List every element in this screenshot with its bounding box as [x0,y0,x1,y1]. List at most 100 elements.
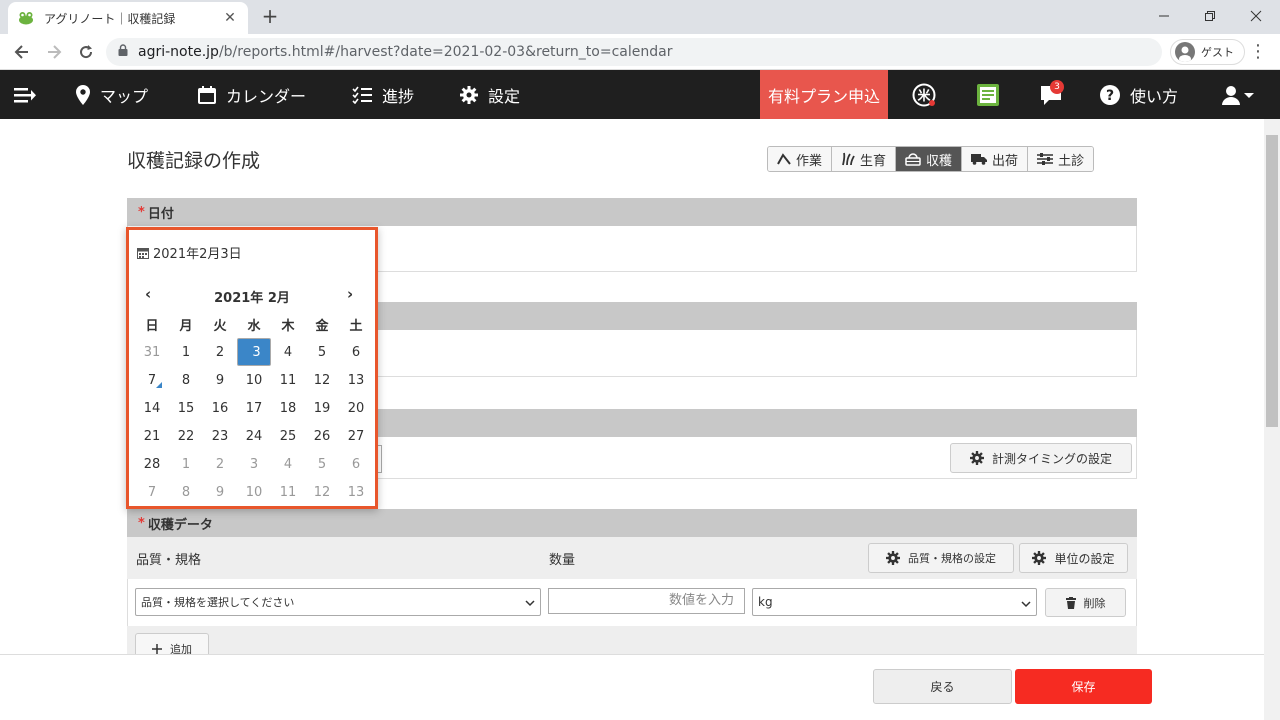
day-cell[interactable]: 15 [169,394,203,422]
day-cell[interactable]: 2 [203,450,237,478]
map-pin-icon [76,84,90,105]
day-cell[interactable]: 21 [135,422,169,450]
scrollbar-thumb[interactable] [1266,135,1278,427]
day-cell[interactable]: 22 [169,422,203,450]
save-button[interactable]: 保存 [1015,669,1152,704]
day-cell[interactable]: 26 [305,422,339,450]
day-cell[interactable]: 5 [305,338,339,366]
window-close-icon[interactable] [1233,0,1279,32]
day-cell[interactable]: 13 [339,478,373,506]
day-cell[interactable]: 14 [135,394,169,422]
nav-progress[interactable]: 進捗 [352,70,414,119]
tab-work[interactable]: 作業 [768,147,833,171]
unit-settings-button[interactable]: 単位の設定 [1019,543,1128,573]
nav-map[interactable]: マップ [76,70,148,119]
day-cell[interactable]: 1 [169,338,203,366]
rice-icon[interactable]: 米 [912,70,936,119]
notification-icon[interactable]: 3 [1040,70,1064,119]
day-cell[interactable]: 1 [169,450,203,478]
day-cell[interactable]: 18 [271,394,305,422]
day-cell[interactable]: 10 [237,478,271,506]
back-arrow-icon[interactable] [10,40,34,64]
day-cell[interactable]: 31 [135,338,169,366]
url-domain: agri-note.jp [138,44,219,60]
day-cell-selected[interactable]: 3 [237,338,271,366]
forward-arrow-icon[interactable] [42,40,66,64]
day-cell[interactable]: 4 [271,338,305,366]
day-cell[interactable]: 2 [203,338,237,366]
frog-favicon-icon [18,10,34,26]
day-cell-marked[interactable]: 7 [135,366,169,394]
gear-icon [460,85,478,104]
week-row: 31 1 2 3 4 5 6 [135,338,373,366]
required-mark: * [138,515,145,531]
selected-date-display[interactable]: 2021年2月3日 [137,243,242,262]
tab-growth[interactable]: 生育 [832,147,897,171]
minimize-icon[interactable] [1141,0,1187,32]
day-cell[interactable]: 17 [237,394,271,422]
day-cell[interactable]: 27 [339,422,373,450]
weekday-label: 水 [247,318,261,334]
day-cell[interactable]: 6 [339,338,373,366]
delete-row-button[interactable]: 削除 [1045,588,1126,617]
reload-icon[interactable] [74,40,98,64]
day-cell[interactable]: 6 [339,450,373,478]
day-cell[interactable]: 20 [339,394,373,422]
tab-soil[interactable]: 土診 [1028,147,1094,171]
tab-shipment[interactable]: 出荷 [962,147,1029,171]
day-cell[interactable]: 12 [305,366,339,394]
day-cell[interactable]: 9 [203,366,237,394]
day-cell[interactable]: 5 [305,450,339,478]
day-cell[interactable]: 16 [203,394,237,422]
day-cell[interactable]: 25 [271,422,305,450]
day-cell[interactable]: 8 [169,366,203,394]
browser-menu-icon[interactable]: ⋮ [1248,42,1268,62]
restore-icon[interactable] [1187,0,1233,32]
day-cell[interactable]: 8 [169,478,203,506]
nav-settings[interactable]: 設定 [460,70,520,119]
day-cell[interactable]: 12 [305,478,339,506]
nav-calendar[interactable]: カレンダー [198,70,306,119]
week-row: 7 8 9 10 11 12 13 [135,366,373,394]
new-tab-icon[interactable]: + [258,5,282,29]
unit-select[interactable]: kg [752,588,1037,616]
day-cell[interactable]: 19 [305,394,339,422]
day-cell[interactable]: 13 [339,366,373,394]
day-cell[interactable]: 7 [135,478,169,506]
notification-badge: 3 [1050,80,1064,94]
required-mark: * [138,204,145,220]
next-month-icon[interactable]: › [347,285,353,303]
lock-icon [118,44,128,60]
profile-button[interactable]: ゲスト [1170,39,1245,65]
day-cell[interactable]: 3 [237,450,271,478]
paid-plan-button[interactable]: 有料プラン申込 [760,70,888,119]
day-cell[interactable]: 28 [135,450,169,478]
url-field[interactable]: agri-note.jp/b/reports.html#/harvest?dat… [106,38,1162,66]
quality-select[interactable]: 品質・規格を選択してください [135,588,541,616]
timing-settings-button[interactable]: 計測タイミングの設定 [950,443,1132,473]
day-cell[interactable]: 23 [203,422,237,450]
tab-close-icon[interactable]: ✕ [222,10,238,26]
browser-tab[interactable]: アグリノート｜収穫記録 ✕ [8,2,248,34]
nav-help[interactable]: ? 使い方 [1100,70,1178,119]
day-cell[interactable]: 9 [203,478,237,506]
tab-harvest[interactable]: 収穫 [896,147,963,171]
weekday-label: 月 [179,318,193,334]
weekday-label: 日 [145,318,159,334]
trash-icon [1065,596,1076,609]
user-menu-icon[interactable] [1222,70,1254,119]
day-cell[interactable]: 24 [237,422,271,450]
journal-icon[interactable] [976,70,1000,119]
day-cell[interactable]: 10 [237,366,271,394]
record-type-tabs: 作業 生育 収穫 出荷 土診 [767,146,1095,172]
tab-title: アグリノート｜収穫記録 [44,11,176,26]
quantity-input[interactable]: 数値を入力 [548,588,745,614]
day-cell[interactable]: 11 [271,478,305,506]
back-button[interactable]: 戻る [873,669,1012,704]
quality-settings-button[interactable]: 品質・規格の設定 [868,543,1014,573]
day-cell[interactable]: 11 [271,366,305,394]
tab-growth-label: 生育 [860,153,887,169]
menu-toggle-icon[interactable] [14,70,36,119]
sliders-icon [1037,153,1054,165]
day-cell[interactable]: 4 [271,450,305,478]
